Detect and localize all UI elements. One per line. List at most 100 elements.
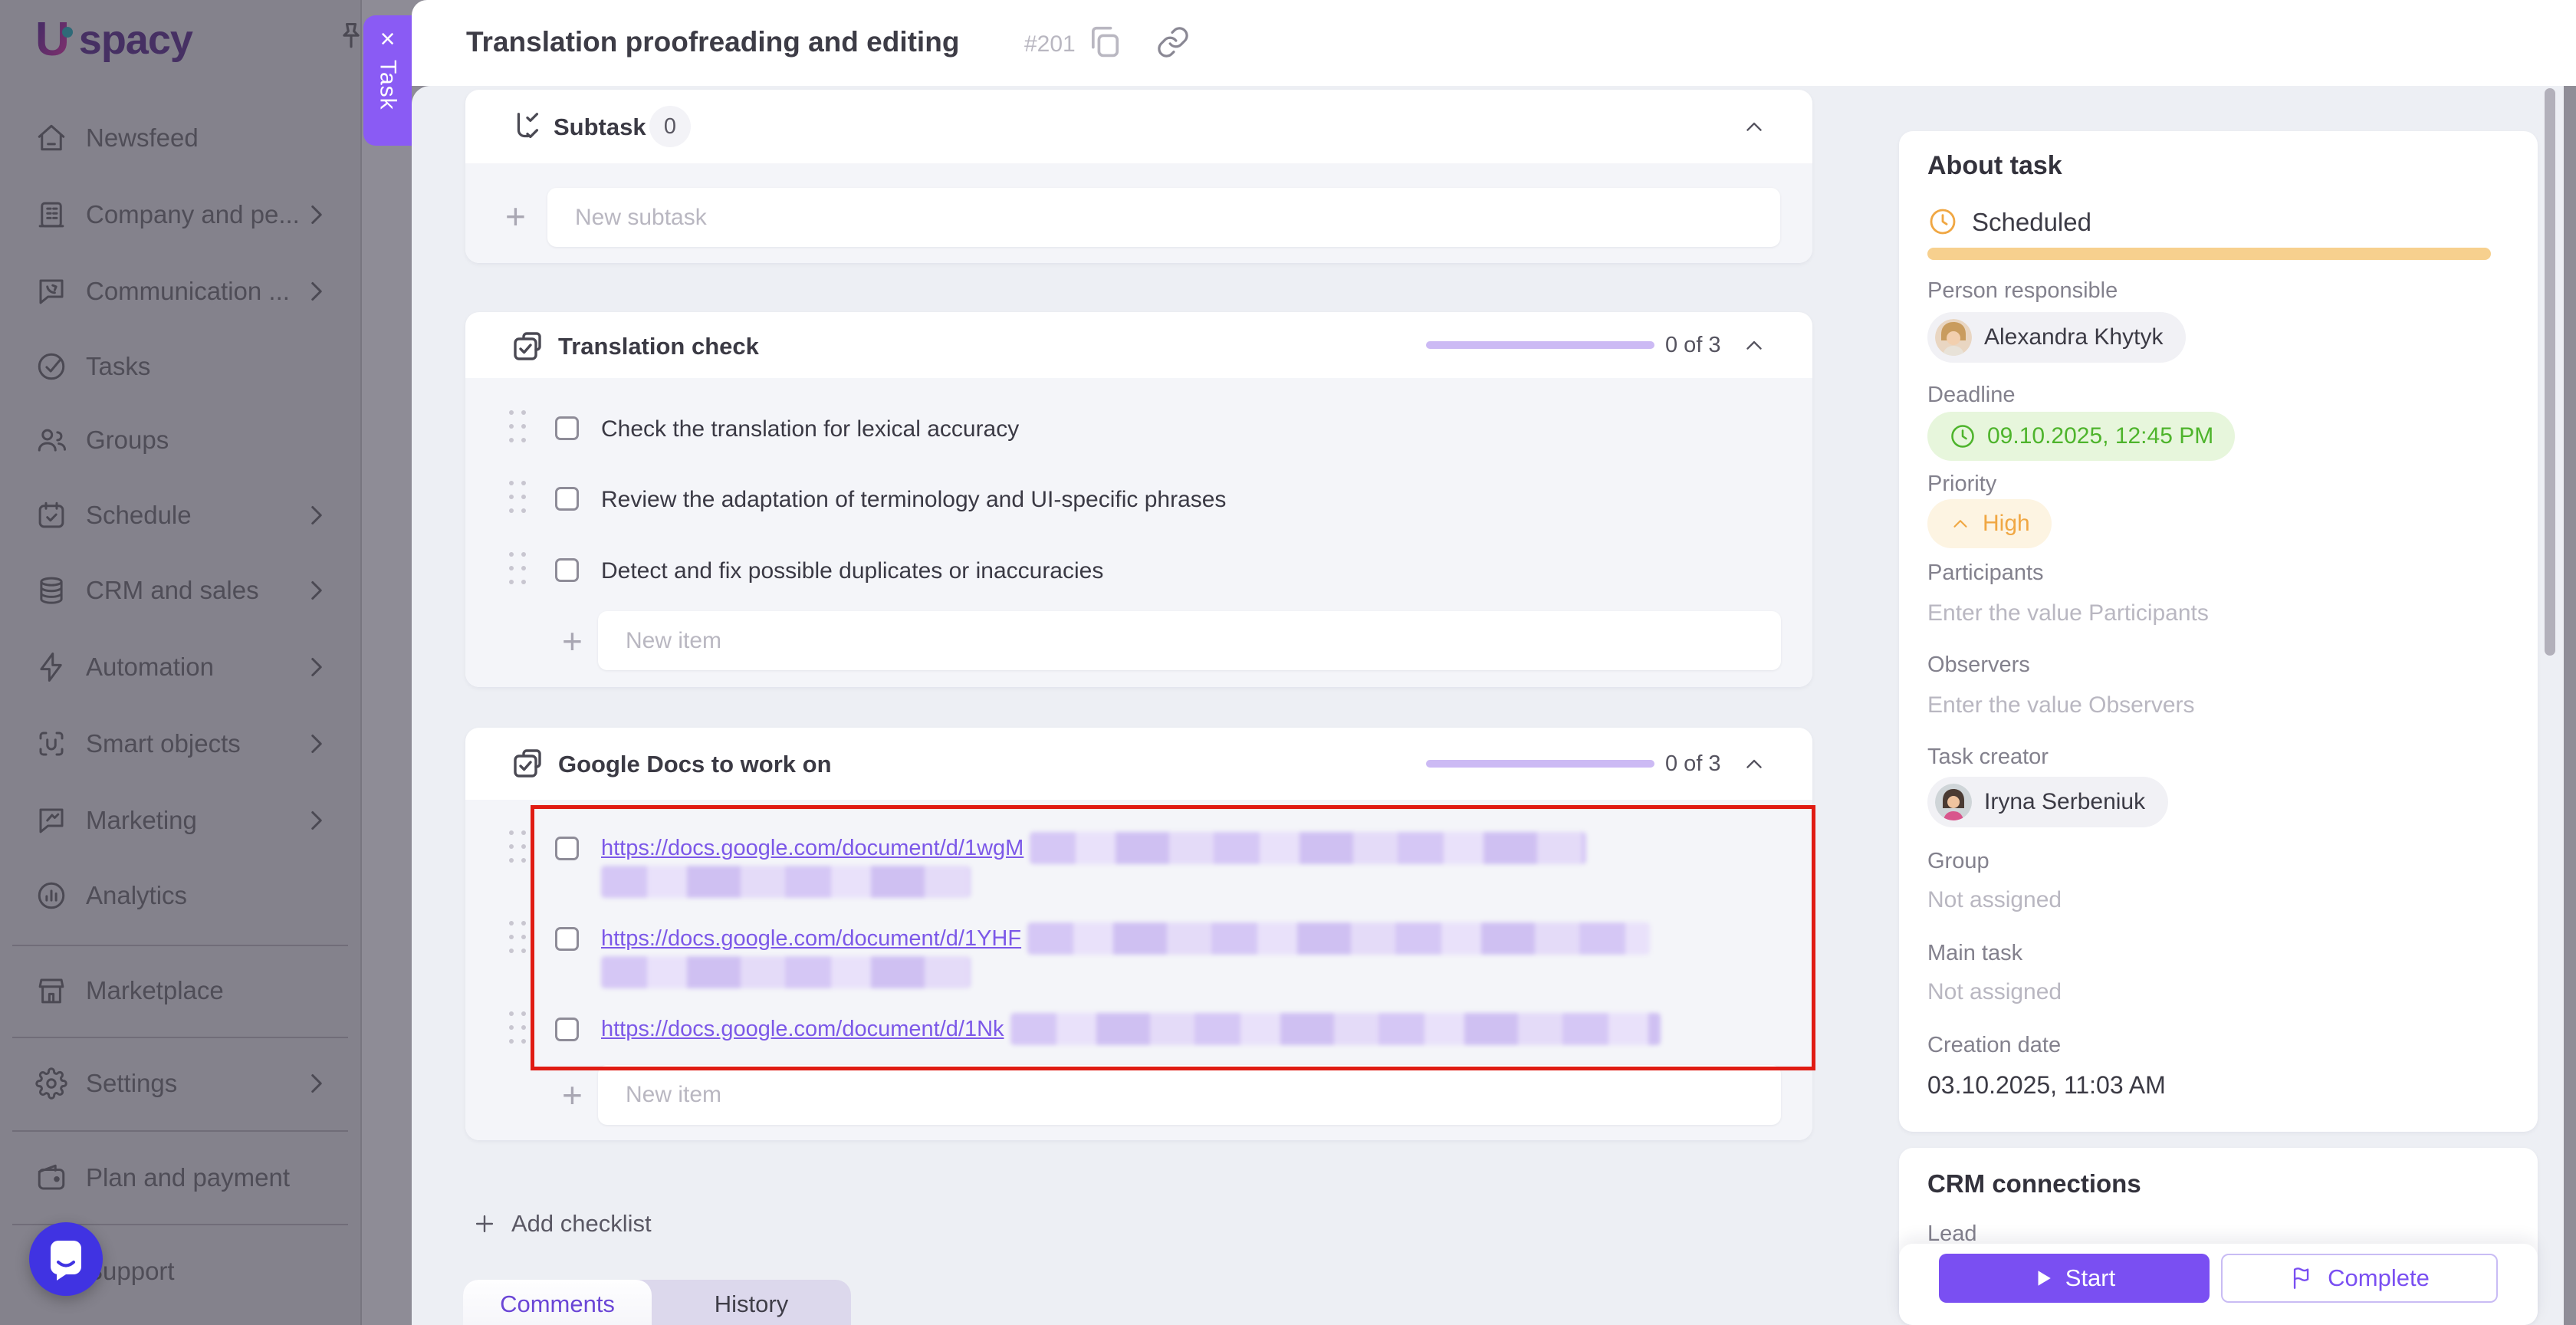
drag-handle[interactable] (509, 552, 529, 589)
sidebar-divider (12, 1037, 348, 1038)
sidebar-item-analytics[interactable]: Analytics (0, 859, 360, 932)
sidebar-item-smart-objects[interactable]: Smart objects (0, 707, 360, 781)
participants-label: Participants (1927, 561, 2044, 585)
subtask-card-body: + New subtask (465, 163, 1812, 263)
sidebar-item-newsfeed[interactable]: Newsfeed (0, 101, 360, 175)
subtask-count-badge: 0 (649, 106, 691, 147)
observers-input[interactable]: Enter the value Observers (1927, 692, 2195, 718)
sidebar-item-settings[interactable]: Settings (0, 1047, 360, 1120)
priority-label: Priority (1927, 472, 1997, 496)
sidebar-item-schedule[interactable]: Schedule (0, 478, 360, 552)
chevron-up-icon[interactable] (1741, 114, 1767, 140)
deadline-label: Deadline (1927, 383, 2016, 407)
avatar (1935, 784, 1972, 820)
sidebar-item-tasks[interactable]: Tasks (0, 330, 360, 403)
building-icon (38, 202, 64, 228)
sidebar-item-groups[interactable]: Groups (0, 403, 360, 477)
new-item-input[interactable]: New item (598, 611, 1781, 670)
window-scrollbar[interactable] (2564, 86, 2576, 1325)
participants-input[interactable]: Enter the value Participants (1927, 600, 2209, 626)
new-item-input[interactable]: New item (598, 1065, 1781, 1125)
tab-comments[interactable]: Comments (463, 1280, 652, 1325)
subtask-card: Subtask 0 + New subtask (465, 90, 1812, 263)
support-chat-button[interactable] (29, 1222, 103, 1296)
drag-handle[interactable] (509, 481, 529, 518)
person-responsible-chip[interactable]: Alexandra Khytyk (1927, 312, 2187, 363)
checkbox[interactable] (555, 558, 579, 582)
sidebar-divider (12, 1130, 348, 1132)
checkbox[interactable] (555, 487, 579, 511)
task-creator-chip[interactable]: Iryna Serbeniuk (1927, 777, 2169, 827)
checklist-title: Google Docs to work on (558, 751, 832, 778)
chevron-up-icon (1953, 520, 1967, 528)
sidebar-item-plan-payment[interactable]: Plan and payment (0, 1141, 360, 1215)
main-task-label: Main task (1927, 941, 2023, 965)
drag-handle[interactable] (509, 830, 529, 867)
complete-button[interactable]: Complete (2221, 1254, 2498, 1303)
task-number: #201 (1024, 31, 1076, 57)
chevron-up-icon[interactable] (1741, 751, 1767, 778)
about-task-panel: About task Scheduled Person responsible … (1899, 131, 2538, 1132)
chevron-right-icon (301, 1067, 333, 1100)
tab-history[interactable]: History (652, 1280, 851, 1325)
plus-icon: + (505, 196, 526, 236)
sidebar-item-marketing[interactable]: Marketing (0, 784, 360, 857)
about-task-title: About task (1927, 151, 2062, 180)
start-button[interactable]: Start (1939, 1254, 2210, 1303)
panel-scrollbar-thumb[interactable] (2545, 88, 2555, 656)
checklist-progress-label: 0 of 3 (1665, 751, 1721, 776)
plus-icon: + (562, 621, 583, 661)
deadline-chip[interactable]: 09.10.2025, 12:45 PM (1927, 412, 2236, 461)
people-icon (38, 429, 66, 452)
play-icon (2038, 1271, 2051, 1286)
sidebar-item-company[interactable]: Company and pe... (0, 178, 360, 252)
subtask-icon (509, 110, 544, 145)
checklist-progress-label: 0 of 3 (1665, 333, 1721, 357)
checklist-item-label: Review the adaptation of terminology and… (601, 487, 1227, 512)
gear-icon (35, 1067, 67, 1100)
avatar (1935, 319, 1972, 356)
plus-icon: + (562, 1075, 583, 1115)
status-clock-icon (1927, 206, 1958, 237)
drag-handle[interactable] (509, 921, 529, 958)
priority-chip[interactable]: High (1927, 499, 2052, 548)
chevron-up-icon[interactable] (1741, 333, 1767, 359)
group-value[interactable]: Not assigned (1927, 887, 2062, 913)
analytics-icon (38, 882, 65, 909)
checkbox[interactable] (555, 416, 579, 440)
close-icon[interactable]: × (380, 26, 396, 52)
checklist-item-label: Detect and fix possible duplicates or in… (601, 558, 1104, 584)
drag-handle[interactable] (509, 1011, 529, 1048)
add-checklist-button[interactable]: Add checklist (472, 1210, 652, 1238)
drag-handle[interactable] (509, 410, 529, 447)
sidebar-item-automation[interactable]: Automation (0, 630, 360, 704)
comments-history-tabbar: Comments History (463, 1280, 851, 1325)
wallet-icon (38, 1164, 65, 1190)
chat-phone-icon (39, 279, 64, 304)
task-action-footer: Start Complete (1899, 1244, 2538, 1325)
checklist-item-label: Check the translation for lexical accura… (601, 416, 1020, 442)
database-icon (40, 577, 63, 604)
task-tab[interactable]: × Task (363, 15, 412, 146)
app-root: U spacy Newsfeed Company and pe... Commu… (0, 0, 2576, 1325)
link-icon[interactable] (1155, 25, 1191, 60)
chevron-right-icon (301, 275, 333, 307)
sidebar-item-communication[interactable]: Communication ... (0, 255, 360, 328)
checklist-progress-bar (1426, 760, 1654, 768)
checklist-icon (509, 745, 546, 781)
main-task-value[interactable]: Not assigned (1927, 979, 2062, 1005)
subtask-title: Subtask (554, 113, 646, 140)
chevron-right-icon (301, 728, 333, 760)
check-circle-icon (38, 353, 65, 380)
sidebar-item-marketplace[interactable]: Marketplace (0, 954, 360, 1027)
calendar-icon (38, 501, 64, 528)
new-subtask-input[interactable]: New subtask (547, 188, 1780, 247)
logo-u-mark: U (35, 13, 70, 66)
uspacy-logo[interactable]: U spacy (35, 12, 193, 67)
chevron-right-icon (301, 651, 333, 683)
status-label[interactable]: Scheduled (1972, 208, 2091, 237)
sidebar-edge (360, 0, 362, 1325)
copy-icon[interactable] (1085, 21, 1125, 61)
storefront-icon (38, 978, 64, 1004)
sidebar-item-crm[interactable]: CRM and sales (0, 554, 360, 627)
